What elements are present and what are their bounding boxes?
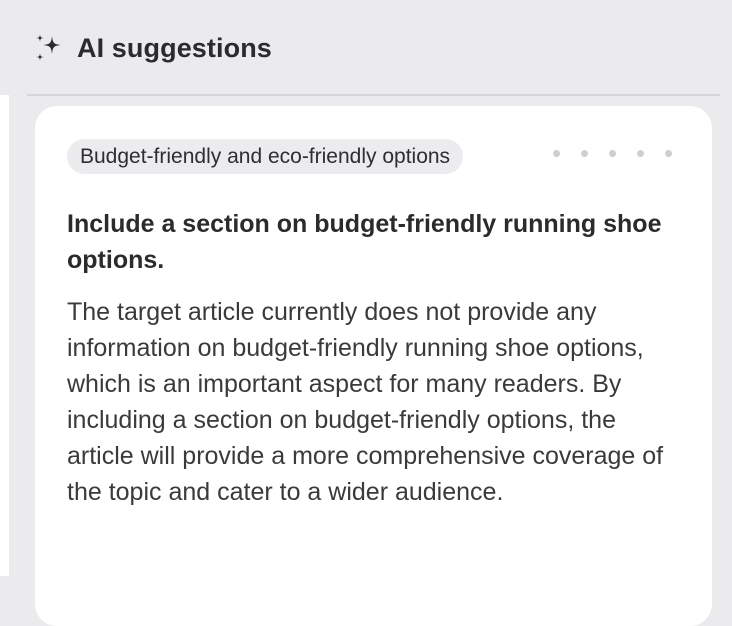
pagination-dot[interactable] bbox=[609, 150, 616, 157]
pagination-dot[interactable] bbox=[581, 150, 588, 157]
left-pane-edge bbox=[0, 95, 9, 576]
suggestion-card[interactable]: Budget-friendly and eco-friendly options… bbox=[35, 106, 712, 626]
suggestion-category-tag[interactable]: Budget-friendly and eco-friendly options bbox=[67, 139, 464, 174]
panel-header: AI suggestions bbox=[33, 28, 272, 68]
header-divider bbox=[27, 94, 720, 96]
panel-title: AI suggestions bbox=[77, 32, 272, 63]
suggestion-description: The target article currently does not pr… bbox=[67, 298, 664, 506]
pagination-dot[interactable] bbox=[637, 150, 644, 157]
pagination-dot[interactable] bbox=[553, 150, 560, 157]
pagination-dots bbox=[553, 150, 672, 157]
sparkles-icon bbox=[33, 32, 65, 64]
pagination-dot[interactable] bbox=[665, 150, 672, 157]
suggestion-heading: Include a section on budget-friendly run… bbox=[67, 210, 662, 274]
